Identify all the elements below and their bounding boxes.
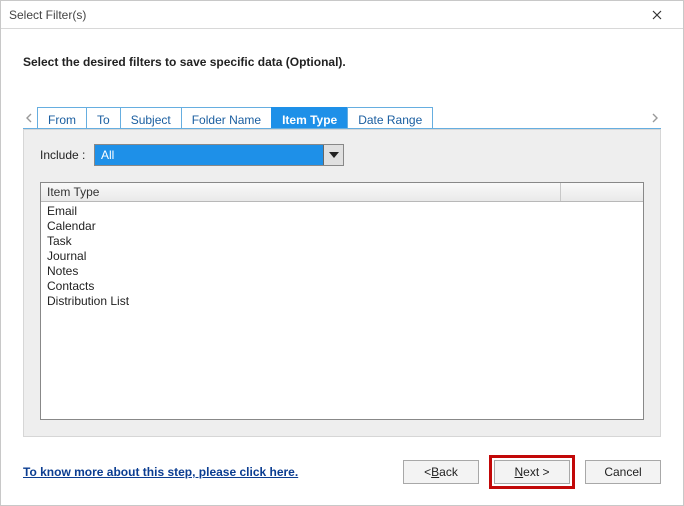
include-select-value: All (95, 148, 323, 162)
tab-row: FromToSubjectFolder NameItem TypeDate Ra… (23, 107, 661, 129)
list-item[interactable]: Journal (47, 249, 637, 264)
list-item[interactable]: Distribution List (47, 294, 637, 309)
titlebar: Select Filter(s) (1, 1, 683, 29)
filter-panel: Include : All Item Type EmailCalendarTas… (23, 129, 661, 437)
help-link[interactable]: To know more about this step, please cli… (23, 465, 298, 479)
include-select[interactable]: All (94, 144, 344, 166)
tabstrip: FromToSubjectFolder NameItem TypeDate Ra… (37, 107, 647, 129)
back-button[interactable]: < Back (403, 460, 479, 484)
instruction-text: Select the desired filters to save speci… (23, 55, 346, 69)
list-header-row: Item Type (41, 183, 643, 202)
back-rest: ack (439, 465, 458, 479)
tab-scroll-right-icon[interactable] (649, 107, 661, 129)
list-item[interactable]: Email (47, 204, 637, 219)
footer: To know more about this step, please cli… (23, 457, 661, 487)
dialog-window: Select Filter(s) Select the desired filt… (0, 0, 684, 506)
back-prefix: < (424, 465, 431, 479)
next-rest: ext > (523, 465, 549, 479)
tab-to[interactable]: To (86, 107, 121, 129)
close-button[interactable] (637, 2, 677, 28)
tab-folder-name[interactable]: Folder Name (181, 107, 272, 129)
tab-scroll-left-icon[interactable] (23, 107, 35, 129)
content-area: Select the desired filters to save speci… (1, 29, 683, 505)
back-underline: B (431, 465, 439, 479)
list-body: EmailCalendarTaskJournalNotesContactsDis… (41, 202, 643, 311)
list-item[interactable]: Calendar (47, 219, 637, 234)
next-button[interactable]: Next > (494, 460, 570, 484)
tab-date-range[interactable]: Date Range (347, 107, 433, 129)
item-type-list[interactable]: Item Type EmailCalendarTaskJournalNotesC… (40, 182, 644, 420)
dropdown-arrow-icon[interactable] (323, 145, 343, 165)
list-item[interactable]: Task (47, 234, 637, 249)
list-header-item-type[interactable]: Item Type (41, 183, 561, 201)
next-button-highlight: Next > (489, 455, 575, 489)
tab-subject[interactable]: Subject (120, 107, 182, 129)
include-label: Include : (40, 148, 94, 162)
list-item[interactable]: Contacts (47, 279, 637, 294)
tab-from[interactable]: From (37, 107, 87, 129)
include-row: Include : All (40, 144, 644, 166)
list-item[interactable]: Notes (47, 264, 637, 279)
window-title: Select Filter(s) (9, 8, 637, 22)
tab-item-type[interactable]: Item Type (271, 107, 348, 129)
next-underline: N (514, 465, 523, 479)
cancel-button[interactable]: Cancel (585, 460, 661, 484)
